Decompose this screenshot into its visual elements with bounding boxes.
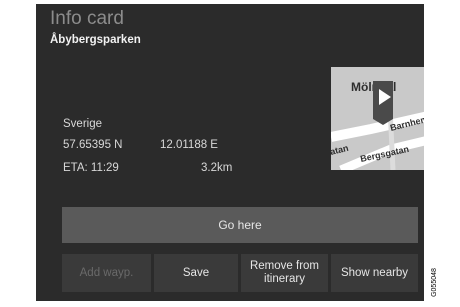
destination-marker <box>373 81 393 125</box>
reference-code: G055048 <box>428 262 440 302</box>
longitude-value: 12.01188 E <box>160 139 218 151</box>
place-name: Åbybergsparken <box>50 34 141 46</box>
map-thumbnail[interactable]: Mölndal Barnhemsga atan Bergsgatan <box>331 67 424 170</box>
eta-value: ETA: 11:29 <box>63 162 119 174</box>
latitude-value: 57.65395 N <box>63 139 123 151</box>
add-waypoint-button[interactable]: Add wayp. <box>62 254 151 292</box>
country-label: Sverige <box>63 118 102 130</box>
page-title: Info card <box>50 8 124 29</box>
show-nearby-button[interactable]: Show nearby <box>331 254 418 292</box>
go-here-button[interactable]: Go here <box>62 207 418 243</box>
distance-value: 3.2km <box>201 162 233 174</box>
map-graphic: Mölndal Barnhemsga atan Bergsgatan <box>331 67 424 170</box>
save-button[interactable]: Save <box>154 254 238 292</box>
info-card-screen: Info card Åbybergsparken Sverige 57.6539… <box>36 4 424 301</box>
reference-code-text: G055048 <box>430 267 438 297</box>
remove-from-itinerary-button[interactable]: Remove from itinerary <box>241 254 328 292</box>
